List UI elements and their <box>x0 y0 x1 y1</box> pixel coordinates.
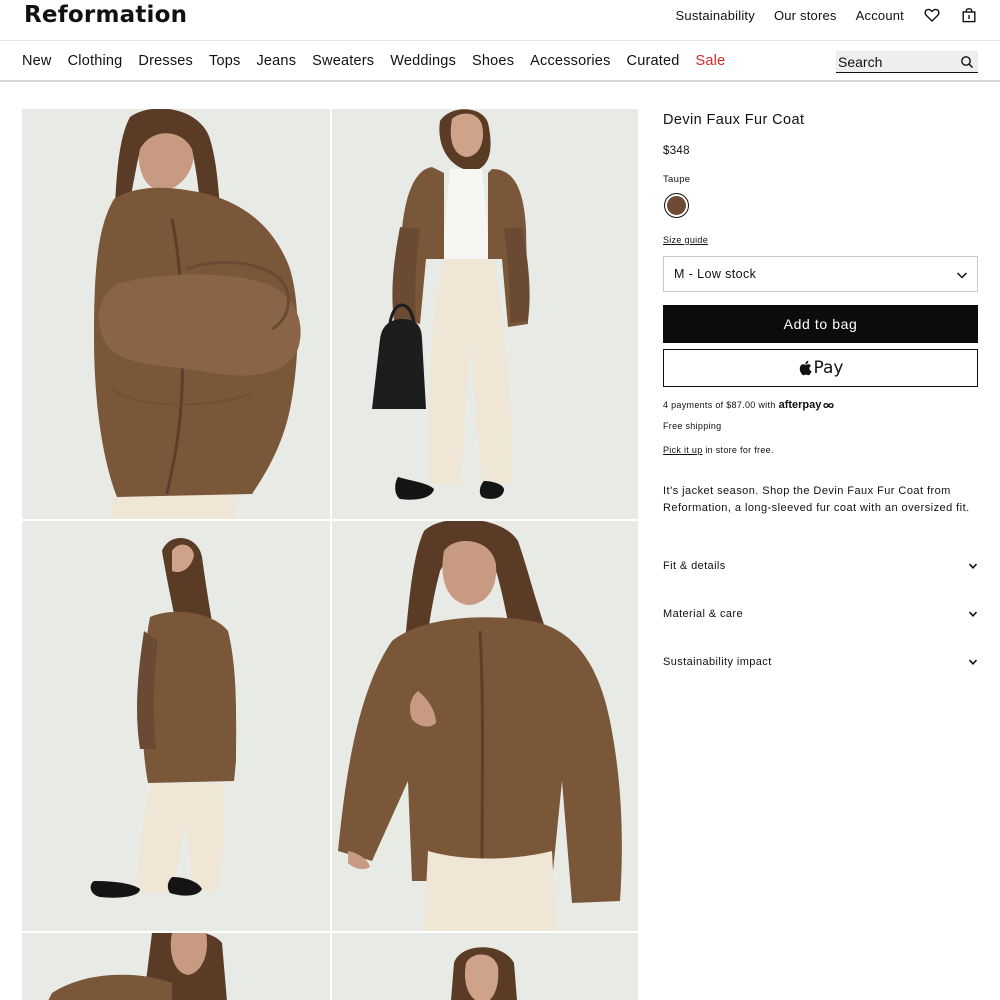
product-photo-6[interactable] <box>332 933 638 1000</box>
product-photo-1[interactable] <box>22 109 330 519</box>
account-link[interactable]: Account <box>856 8 904 23</box>
chevron-down-icon <box>968 659 978 665</box>
product-photo-2[interactable] <box>332 109 638 519</box>
accordion-label: Material & care <box>663 608 743 620</box>
nav-item-weddings[interactable]: Weddings <box>390 53 456 69</box>
chevron-down-icon <box>968 563 978 569</box>
search-box[interactable] <box>836 51 978 73</box>
shopping-bag-icon[interactable] <box>960 6 978 24</box>
afterpay-info: 4 payments of $87.00 with afterpay <box>663 399 835 411</box>
accordion-fit-details[interactable]: Fit & details <box>663 556 978 576</box>
utility-nav: Sustainability Our stores Account <box>657 6 978 24</box>
top-bar: Reformation Sustainability Our stores Ac… <box>0 0 1000 40</box>
pick-it-up-link[interactable]: Pick it up <box>663 445 703 455</box>
afterpay-text: 4 payments of $87.00 with <box>663 400 776 410</box>
main-nav: New Clothing Dresses Tops Jeans Sweaters… <box>0 40 1000 82</box>
swatch-fill <box>667 196 686 215</box>
brand-logo[interactable]: Reformation <box>24 2 187 28</box>
search-icon[interactable] <box>960 55 974 69</box>
search-input[interactable] <box>836 53 952 70</box>
size-guide-link[interactable]: Size guide <box>663 235 708 245</box>
product-description: It’s jacket season. Shop the Devin Faux … <box>663 485 970 514</box>
nav-item-accessories[interactable]: Accessories <box>530 53 610 69</box>
apple-pay-label: Pay <box>813 358 844 378</box>
nav-item-tops[interactable]: Tops <box>209 53 240 69</box>
product-title: Devin Faux Fur Coat <box>663 112 805 128</box>
color-label: Taupe <box>663 174 691 185</box>
selected-size: M - Low stock <box>674 267 757 281</box>
accordion-label: Sustainability impact <box>663 656 772 668</box>
nav-item-clothing[interactable]: Clothing <box>68 53 123 69</box>
accordion-material-care[interactable]: Material & care <box>663 604 978 624</box>
product-photo-4[interactable] <box>332 521 638 931</box>
nav-item-curated[interactable]: Curated <box>627 53 680 69</box>
nav-item-sweaters[interactable]: Sweaters <box>312 53 374 69</box>
nav-item-dresses[interactable]: Dresses <box>138 53 193 69</box>
product-photo-5[interactable] <box>22 933 330 1000</box>
product-price: $348 <box>663 145 690 157</box>
afterpay-loop-icon <box>823 402 835 408</box>
shipping-info: Free shipping <box>663 421 722 431</box>
accordion-label: Fit & details <box>663 560 726 572</box>
nav-item-jeans[interactable]: Jeans <box>256 53 296 69</box>
apple-pay-button[interactable]: Pay <box>663 349 978 387</box>
apple-logo-icon <box>799 360 812 376</box>
accordion-sustainability-impact[interactable]: Sustainability impact <box>663 652 978 672</box>
add-to-bag-button[interactable]: Add to bag <box>663 305 978 343</box>
color-swatch-taupe[interactable] <box>664 193 689 218</box>
pickup-info: Pick it up in store for free. <box>663 445 774 455</box>
chevron-down-icon <box>956 272 968 279</box>
heart-icon[interactable] <box>923 6 941 24</box>
sustainability-link[interactable]: Sustainability <box>676 8 755 23</box>
afterpay-logo[interactable]: afterpay <box>779 399 822 411</box>
chevron-down-icon <box>968 611 978 617</box>
pickup-text: in store for free. <box>705 445 774 455</box>
nav-items: New Clothing Dresses Tops Jeans Sweaters… <box>22 53 741 69</box>
our-stores-link[interactable]: Our stores <box>774 8 837 23</box>
nav-item-sale[interactable]: Sale <box>696 53 726 69</box>
nav-item-new[interactable]: New <box>22 53 52 69</box>
size-select[interactable]: M - Low stock <box>663 256 978 292</box>
nav-item-shoes[interactable]: Shoes <box>472 53 514 69</box>
product-photo-3[interactable] <box>22 521 330 931</box>
